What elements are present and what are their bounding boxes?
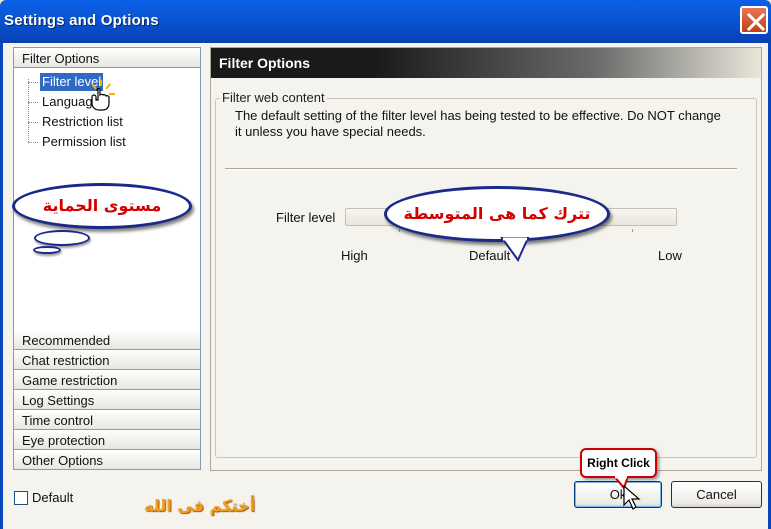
protection-level-callout: مستوى الحماية — [12, 183, 192, 229]
sidebar-section-recommended[interactable]: Recommended — [14, 330, 200, 350]
callout-tail-puff — [34, 230, 90, 246]
callout-text: مستوى الحماية — [42, 196, 162, 215]
callout-tail-puff — [33, 246, 61, 254]
slider-label-low: Low — [658, 248, 682, 263]
window-title: Settings and Options — [4, 12, 159, 29]
tree-branch-line — [28, 82, 38, 83]
tree-item-label: Permission list — [42, 134, 126, 149]
slider-tick — [632, 229, 633, 232]
sidebar-section-chat-restriction[interactable]: Chat restriction — [14, 350, 200, 370]
tree-branch-line — [28, 142, 38, 143]
slider-tick — [399, 229, 400, 232]
filter-level-label: Filter level — [276, 210, 336, 225]
content-panel: Filter Options Filter web content The de… — [210, 47, 762, 471]
right-click-callout: Right Click — [580, 448, 657, 478]
sidebar-section-filter-options[interactable]: Filter Options — [14, 48, 200, 68]
tree-branch-line — [28, 102, 38, 103]
title-bar: Settings and Options — [0, 0, 771, 43]
sidebar-section-other-options[interactable]: Other Options — [14, 450, 200, 470]
default-checkbox-label: Default — [32, 490, 74, 505]
sidebar-section-log-settings[interactable]: Log Settings — [14, 390, 200, 410]
filter-web-content-group: Filter web content — [215, 90, 757, 458]
group-title: Filter web content — [220, 90, 327, 105]
sidebar-section-time-control[interactable]: Time control — [14, 410, 200, 430]
close-icon — [746, 12, 766, 32]
content-header-title: Filter Options — [219, 55, 310, 71]
tree-item-label: Restriction list — [42, 114, 123, 129]
sidebar-section-game-restriction[interactable]: Game restriction — [14, 370, 200, 390]
author-signature: أختكم فى الله — [144, 496, 255, 515]
separator — [225, 168, 737, 170]
filter-description: The default setting of the filter level … — [235, 108, 721, 139]
keep-default-callout: تترك كما هى المتوسطة — [384, 186, 610, 242]
slider-label-high: High — [341, 248, 368, 263]
cancel-button[interactable]: Cancel — [671, 481, 762, 508]
content-header: Filter Options — [211, 48, 761, 78]
hand-cursor-icon — [91, 80, 115, 111]
arrow-cursor-icon — [623, 485, 641, 510]
tree-connector — [28, 79, 29, 142]
sidebar-section-eye-protection[interactable]: Eye protection — [14, 430, 200, 450]
callout-pointer — [500, 237, 530, 262]
tree-branch-line — [28, 122, 38, 123]
close-button[interactable] — [740, 6, 768, 34]
callout-text: تترك كما هى المتوسطة — [403, 204, 591, 223]
default-checkbox[interactable] — [14, 491, 28, 505]
